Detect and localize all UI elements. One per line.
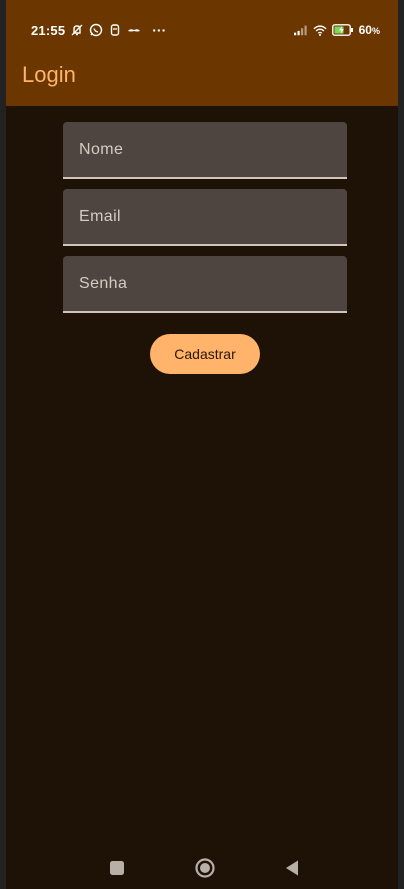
device-frame: 21:55 ··· 60% Login Nome Email Cadastrar <box>0 0 404 889</box>
register-button[interactable]: Cadastrar <box>150 334 260 374</box>
battery-percent: 60% <box>359 23 380 37</box>
battery-charging-icon <box>331 23 354 37</box>
name-field[interactable] <box>63 122 347 179</box>
mustache-icon <box>127 23 141 37</box>
whatsapp-icon <box>89 23 103 37</box>
back-icon[interactable] <box>281 857 303 879</box>
status-bar: 21:55 ··· 60% <box>6 0 398 56</box>
app-bar: Login <box>6 56 398 106</box>
password-input[interactable] <box>63 256 347 311</box>
recents-icon[interactable] <box>106 857 128 879</box>
navigation-bar <box>6 845 398 889</box>
status-time: 21:55 <box>31 22 66 38</box>
signal-icon <box>293 23 308 37</box>
email-input[interactable] <box>63 189 347 244</box>
storage-icon <box>108 23 122 37</box>
status-left: 21:55 ··· <box>31 21 166 39</box>
email-field[interactable] <box>63 189 347 246</box>
battery-level: 60 <box>358 23 372 37</box>
status-right: 60% <box>293 21 380 39</box>
wifi-icon <box>313 23 327 37</box>
overflow-dots: ··· <box>152 22 167 38</box>
app-screen: 21:55 ··· 60% Login Nome Email Cadastrar <box>6 0 398 889</box>
battery-unit: % <box>371 26 380 36</box>
notifications-off-icon <box>70 23 84 37</box>
password-field[interactable] <box>63 256 347 313</box>
home-icon[interactable] <box>194 857 216 879</box>
name-input[interactable] <box>63 122 347 177</box>
page-title: Login <box>22 62 76 87</box>
